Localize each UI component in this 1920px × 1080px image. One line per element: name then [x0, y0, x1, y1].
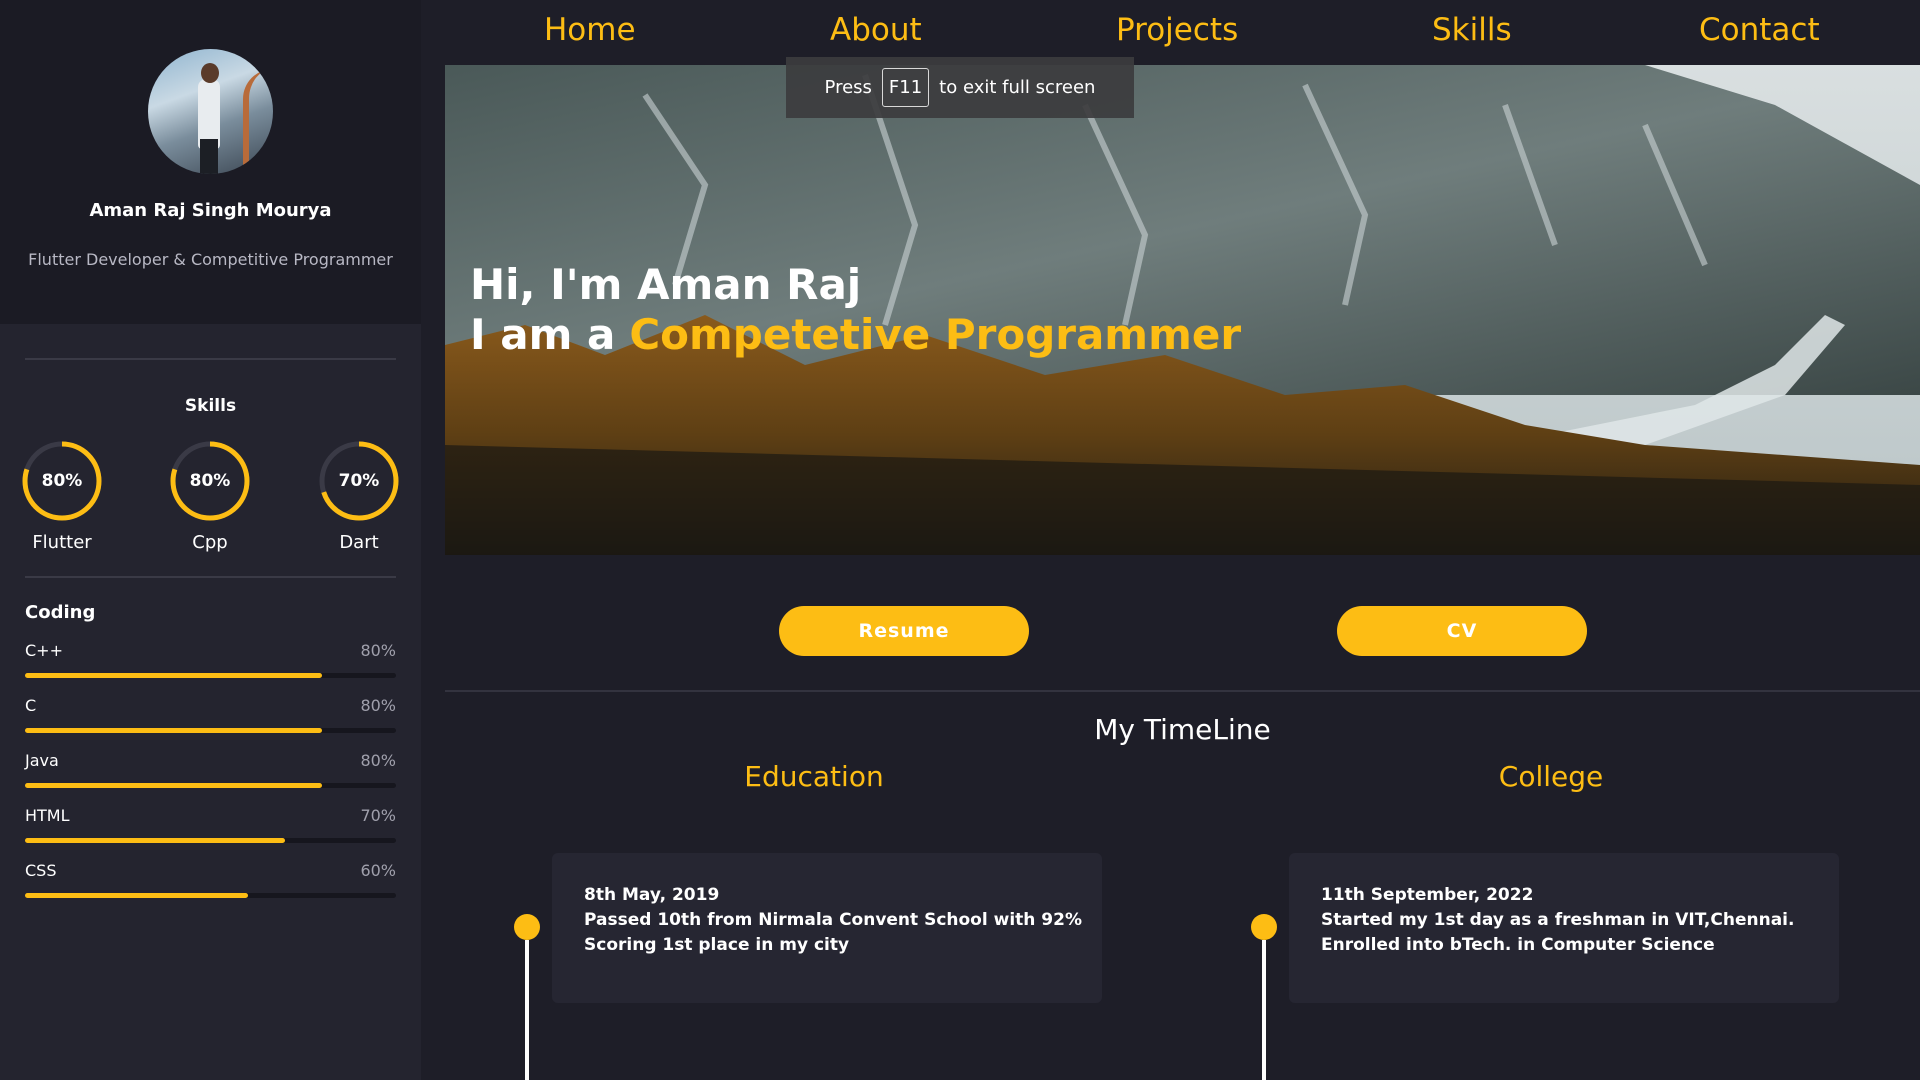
coding-bar-label: CSS: [25, 861, 57, 880]
timeline-dot: [1251, 914, 1277, 940]
coding-bar-label: Java: [25, 751, 59, 770]
timeline-dot: [514, 914, 540, 940]
progress-fill: [25, 728, 322, 733]
divider: [25, 358, 396, 360]
skill-ring-percent: 80%: [189, 471, 231, 491]
fullscreen-exit-text: to exit full screen: [939, 77, 1096, 98]
top-nav: Home About Projects Skills Contact: [445, 0, 1920, 65]
profile-role: Flutter Developer & Competitive Programm…: [28, 250, 393, 269]
hero-role-highlight: Competetive Programmer: [629, 310, 1242, 359]
progress-fill: [25, 838, 285, 843]
coding-bar-label: HTML: [25, 806, 70, 825]
skill-ring-label: Cpp: [192, 532, 228, 553]
timeline-text: Passed 10th from Nirmala Convent School …: [584, 910, 1082, 930]
coding-bar-value: 70%: [360, 806, 396, 825]
coding-bar-label: C: [25, 696, 37, 715]
progress-fill: [25, 783, 322, 788]
coding-bar-html: HTML 70%: [25, 806, 396, 846]
cv-button[interactable]: CV: [1337, 606, 1587, 656]
progress-track: [25, 673, 396, 678]
hero-title-line: I am a Competetive Programmer: [470, 310, 1241, 359]
profile-header: Aman Raj Singh Mourya Flutter Developer …: [0, 0, 421, 324]
timeline-line: [1262, 940, 1266, 1080]
timeline-card-college: 11th September, 2022 Started my 1st day …: [1289, 853, 1839, 1003]
nav-skills[interactable]: Skills: [1432, 12, 1512, 48]
progress-track: [25, 893, 396, 898]
timeline-text: Started my 1st day as a freshman in VIT,…: [1321, 910, 1795, 930]
timeline-text: Enrolled into bTech. in Computer Science: [1321, 935, 1715, 955]
hero-greeting: Hi, I'm Aman Raj: [470, 260, 862, 309]
timeline-date: 8th May, 2019: [584, 885, 720, 905]
nav-about[interactable]: About: [830, 12, 922, 48]
skill-ring-label: Dart: [339, 532, 379, 553]
skill-ring-percent: 80%: [41, 471, 83, 491]
skill-ring-label: Flutter: [32, 532, 92, 553]
coding-bar-cpp: C++ 80%: [25, 641, 396, 681]
coding-bar-value: 60%: [360, 861, 396, 880]
timeline-column-heading-college: College: [1498, 760, 1604, 793]
nav-contact[interactable]: Contact: [1699, 12, 1820, 48]
divider: [25, 576, 396, 578]
avatar: [148, 49, 273, 174]
f11-key-badge: F11: [881, 68, 930, 107]
coding-bar-c: C 80%: [25, 696, 396, 736]
skills-heading: Skills: [184, 396, 237, 416]
timeline-line: [525, 940, 529, 1080]
timeline-column-heading-education: Education: [744, 760, 884, 793]
skill-ring-cpp: 80%: [169, 440, 251, 522]
fullscreen-notice: Press F11 to exit full screen: [786, 57, 1134, 118]
hero-prefix: I am a: [470, 310, 616, 359]
progress-fill: [25, 893, 248, 898]
profile-name: Aman Raj Singh Mourya: [89, 200, 332, 221]
progress-track: [25, 783, 396, 788]
progress-track: [25, 838, 396, 843]
skill-ring-flutter: 80%: [21, 440, 103, 522]
coding-bar-java: Java 80%: [25, 751, 396, 791]
divider: [445, 690, 1920, 692]
skill-ring-percent: 70%: [338, 471, 380, 491]
coding-bar-value: 80%: [360, 641, 396, 660]
timeline-date: 11th September, 2022: [1321, 885, 1534, 905]
coding-bar-label: C++: [25, 641, 63, 660]
coding-heading: Coding: [25, 602, 96, 623]
hero-banner: Hi, I'm Aman Raj I am a Competetive Progr…: [445, 65, 1920, 555]
skill-ring-dart: 70%: [318, 440, 400, 522]
resume-button[interactable]: Resume: [779, 606, 1029, 656]
timeline-card-education: 8th May, 2019 Passed 10th from Nirmala C…: [552, 853, 1102, 1003]
profile-sidebar: Aman Raj Singh Mourya Flutter Developer …: [0, 0, 421, 1080]
coding-bar-value: 80%: [360, 751, 396, 770]
fullscreen-press-text: Press: [824, 77, 872, 98]
timeline-heading: My TimeLine: [1094, 713, 1271, 746]
nav-projects[interactable]: Projects: [1116, 12, 1238, 48]
timeline-text: Scoring 1st place in my city: [584, 935, 850, 955]
nav-home[interactable]: Home: [544, 12, 636, 48]
progress-track: [25, 728, 396, 733]
coding-bar-css: CSS 60%: [25, 861, 396, 901]
coding-bar-value: 80%: [360, 696, 396, 715]
progress-fill: [25, 673, 322, 678]
